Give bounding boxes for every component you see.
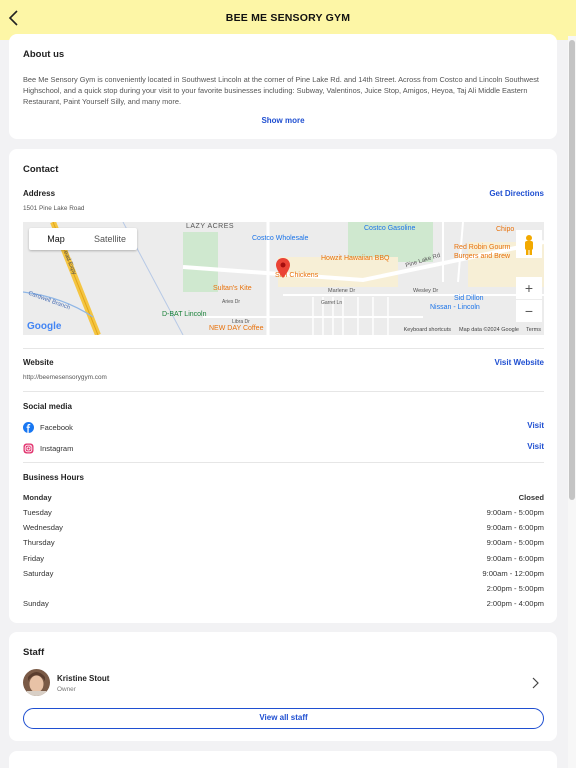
get-directions-link[interactable]: Get Directions [489, 189, 544, 198]
hours-time: 2:00pm - 4:00pm [486, 599, 544, 608]
divider [23, 462, 544, 463]
staff-member-name[interactable]: Kristine Stout [57, 674, 109, 683]
map-label-chipotle: Chipo [496, 226, 515, 233]
divider [23, 391, 544, 392]
hours-time: 9:00am - 6:00pm [486, 523, 544, 532]
contact-card: Contact Address 1501 Pine Lake Road Get … [9, 149, 557, 623]
street-view-pegman-icon[interactable] [516, 230, 542, 258]
view-all-staff-button[interactable]: View all staff [23, 708, 544, 729]
hours-day: Sunday [23, 599, 49, 608]
map-label-costco-wholesale: Costco Wholesale [252, 235, 309, 242]
map-pin-icon[interactable] [276, 258, 290, 278]
map-data-text: Map data ©2024 Google [458, 327, 519, 333]
map-label-lazy-acres: LAZY ACRES [186, 223, 235, 230]
address-text: 1501 Pine Lake Road [23, 205, 85, 212]
staff-card: Staff Kristine Stout Owner View all staf… [9, 632, 557, 741]
hours-time: 2:00pm - 5:00pm [486, 584, 544, 593]
staff-heading: Staff [23, 647, 45, 658]
map-label-libra: Libra Dr [232, 319, 250, 325]
map-label-dbat: D-BAT Lincoln [162, 311, 207, 318]
social-media-label: Social media [23, 402, 72, 411]
website-label: Website [23, 358, 54, 367]
map-label-red-robin-2: Burgers and Brew [454, 253, 511, 260]
next-card [9, 751, 557, 768]
hours-day: Tuesday [23, 508, 52, 517]
chevron-right-icon[interactable] [531, 677, 539, 689]
map-label-sid-dillon: Sid Dillon [454, 295, 484, 302]
hours-time: 9:00am - 12:00pm [482, 569, 544, 578]
hours-day: Wednesday [23, 523, 63, 532]
map-label-garret: Garret Ln [321, 300, 343, 306]
map-label-marlene: Marlene Dr [328, 288, 356, 294]
visit-website-link[interactable]: Visit Website [495, 358, 545, 367]
map-label-costco-gasoline: Costco Gasoline [364, 225, 416, 232]
hours-time: Closed [518, 493, 544, 502]
facebook-label: Facebook [40, 422, 73, 432]
contact-heading: Contact [23, 164, 59, 175]
facebook-icon [23, 421, 34, 433]
show-more-link[interactable]: Show more [9, 116, 557, 125]
business-hours-label: Business Hours [23, 473, 84, 482]
visit-instagram-link[interactable]: Visit [527, 442, 544, 451]
avatar [23, 669, 50, 696]
website-url: http://beemesensorygym.com [23, 374, 107, 381]
hours-time: 9:00am - 5:00pm [486, 538, 544, 547]
terms-link[interactable]: Terms [526, 327, 541, 333]
map-label-sultans: Sultan's Kite [213, 285, 252, 292]
zoom-in-button[interactable]: + [516, 277, 542, 299]
about-card: About us Bee Me Sensory Gym is convenien… [9, 34, 557, 139]
map-view[interactable]: LAZY ACRES Costco Wholesale Costco Gasol… [23, 222, 544, 335]
zoom-out-button[interactable]: − [516, 300, 542, 322]
social-row-facebook: Facebook [23, 420, 73, 434]
map-tab-satellite[interactable]: Satellite [83, 228, 137, 250]
hours-day: Friday [23, 554, 45, 563]
map-type-tabs: Map Satellite [29, 228, 137, 250]
about-heading: About us [23, 49, 65, 60]
map-attribution: Keyboard shortcuts Map data ©2024 Google… [23, 326, 544, 335]
map-label-red-robin: Red Robin Gourm [454, 244, 511, 251]
visit-facebook-link[interactable]: Visit [527, 421, 544, 430]
instagram-icon [23, 443, 34, 453]
staff-member-role: Owner [57, 686, 76, 693]
scrollbar-thumb[interactable] [569, 40, 575, 500]
social-row-instagram: Instagram [23, 441, 73, 455]
page-title: BEE ME SENSORY GYM [225, 12, 351, 24]
divider [23, 348, 544, 349]
hours-day: Monday [23, 493, 52, 502]
instagram-label: Instagram [40, 443, 74, 453]
map-tab-map[interactable]: Map [29, 228, 83, 250]
map-label-aries: Aries Dr [222, 299, 241, 305]
map-label-howzit: Howzit Hawaiian BBQ [321, 255, 390, 262]
hours-time: 9:00am - 6:00pm [486, 554, 544, 563]
hours-day: Thursday [23, 538, 55, 547]
hours-day: Saturday [23, 569, 54, 578]
keyboard-shortcuts-link[interactable]: Keyboard shortcuts [404, 327, 451, 333]
hours-time: 9:00am - 5:00pm [486, 508, 544, 517]
address-label: Address [23, 189, 56, 198]
about-text: Bee Me Sensory Gym is conveniently locat… [23, 75, 539, 106]
map-label-sid-dillon-2: Nissan - Lincoln [430, 304, 480, 311]
map-label-wesley: Wesley Dr [413, 288, 439, 294]
